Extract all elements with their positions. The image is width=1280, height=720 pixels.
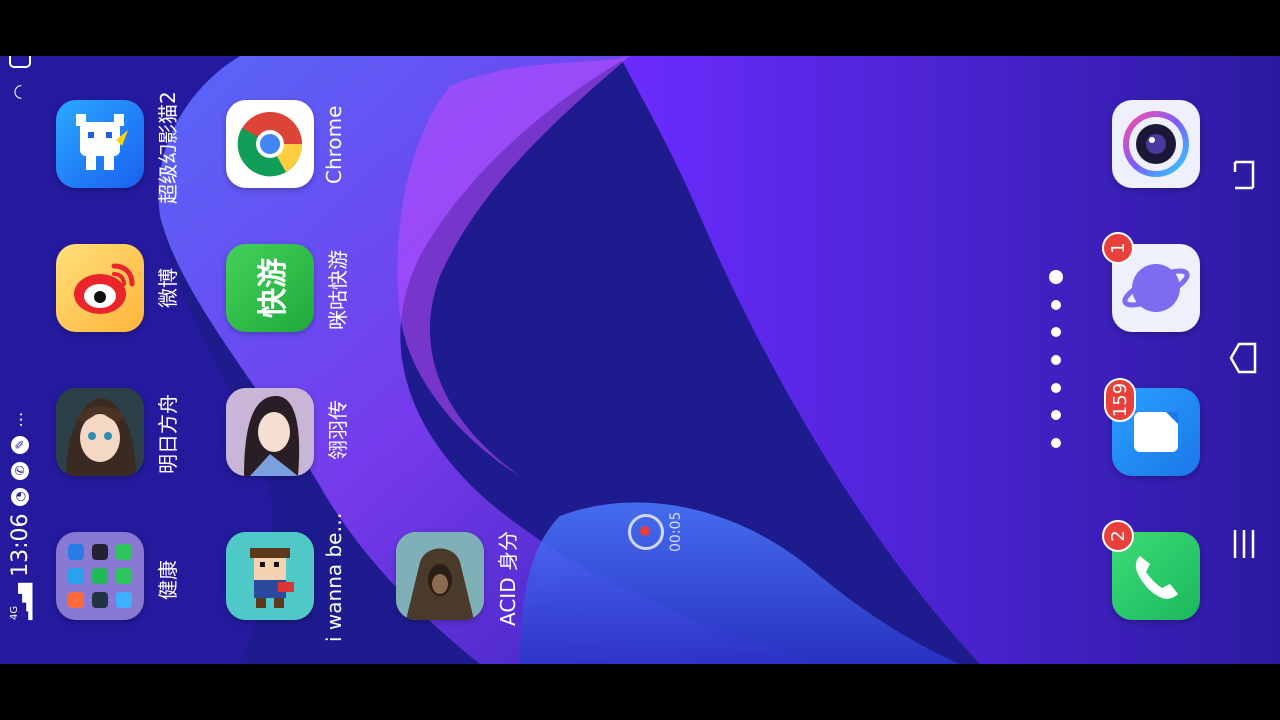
battery-level: 45	[13, 56, 27, 57]
letterbox-bottom	[0, 664, 1280, 720]
recents-button[interactable]	[1224, 524, 1264, 564]
page-dot-1-active[interactable]	[1049, 270, 1063, 284]
weibo-icon	[74, 263, 135, 314]
pixel-kid-icon	[226, 532, 314, 620]
wifi-icon: ◠	[9, 84, 31, 100]
camera-icon	[1123, 111, 1189, 177]
acid-app[interactable]	[396, 532, 484, 620]
signal-icon: ▂▃▅▇	[17, 584, 33, 620]
weibo-app[interactable]	[56, 244, 144, 332]
letterbox-top	[0, 0, 1280, 56]
anime-character-icon	[56, 388, 144, 476]
back-button[interactable]	[1224, 156, 1264, 196]
arknights-app[interactable]	[56, 388, 144, 476]
back-icon	[1233, 160, 1255, 190]
status-time: 13:06	[7, 513, 33, 577]
call-notification-icon: ✆	[11, 461, 29, 480]
screen-recorder-button[interactable]	[628, 514, 664, 550]
super-phantom-cat-label: 超级幻影猫2	[156, 91, 180, 204]
cat-icon	[76, 114, 128, 170]
edit-notification-icon: ✎	[11, 435, 29, 454]
more-notifications-icon: ⋯	[10, 410, 30, 428]
acid-label: ACID 身分	[496, 531, 520, 626]
chrome-label: Chrome	[322, 105, 346, 184]
weibo-label: 微博	[156, 268, 180, 308]
migu-kuaiyou-label: 咪咕快游	[326, 250, 350, 330]
home-icon	[1229, 342, 1257, 374]
health-folder-label: 健康	[156, 560, 180, 600]
super-phantom-cat-app[interactable]	[56, 100, 144, 188]
character-portrait-icon	[226, 388, 314, 476]
page-dot-5[interactable]	[1051, 383, 1061, 393]
arknights-label: 明日方舟	[156, 394, 180, 474]
page-dot-2[interactable]	[1051, 300, 1061, 310]
migu-kuaiyou-app[interactable]: 快游	[226, 244, 314, 332]
page-dot-7[interactable]	[1051, 438, 1061, 448]
home-screen[interactable]: 4G ▂▃▅▇ 13:06 ◔ ✆ ✎ ⋯ ◠ 45 超级幻影猫2	[0, 56, 1280, 664]
kuaiyou-logo-text: 快游	[256, 258, 291, 318]
page-dot-6[interactable]	[1051, 410, 1061, 420]
status-bar: 4G ▂▃▅▇ 13:06 ◔ ✆ ✎ ⋯ ◠ 45	[0, 56, 40, 626]
home-button[interactable]	[1224, 338, 1264, 378]
screen-recorder-time: 00:05	[668, 511, 684, 552]
health-folder[interactable]	[56, 532, 144, 620]
browser-notification-badge: 1	[1102, 232, 1134, 264]
i-wanna-label: i wanna be…	[322, 512, 346, 643]
clock-notification-icon: ◔	[11, 487, 29, 506]
battery-indicator: 45	[9, 56, 31, 68]
record-dot-icon	[640, 526, 650, 536]
notes-notification-badge: 159	[1104, 378, 1136, 422]
i-wanna-app[interactable]	[226, 532, 314, 620]
wallpaper	[0, 56, 1280, 664]
page-dot-3[interactable]	[1051, 327, 1061, 337]
hooded-assassin-icon	[396, 532, 484, 620]
page-dot-4[interactable]	[1051, 355, 1061, 365]
chrome-icon	[237, 112, 303, 177]
lingyu-app[interactable]	[226, 388, 314, 476]
folder-icons-grid	[68, 544, 132, 608]
chrome-app[interactable]	[226, 100, 314, 188]
lingyu-label: 翎羽传	[326, 400, 350, 460]
camera-app[interactable]	[1112, 100, 1200, 188]
recents-icon	[1233, 530, 1255, 558]
network-indicator: 4G ▂▃▅▇	[9, 584, 33, 620]
phone-notification-badge: 2	[1102, 520, 1134, 552]
